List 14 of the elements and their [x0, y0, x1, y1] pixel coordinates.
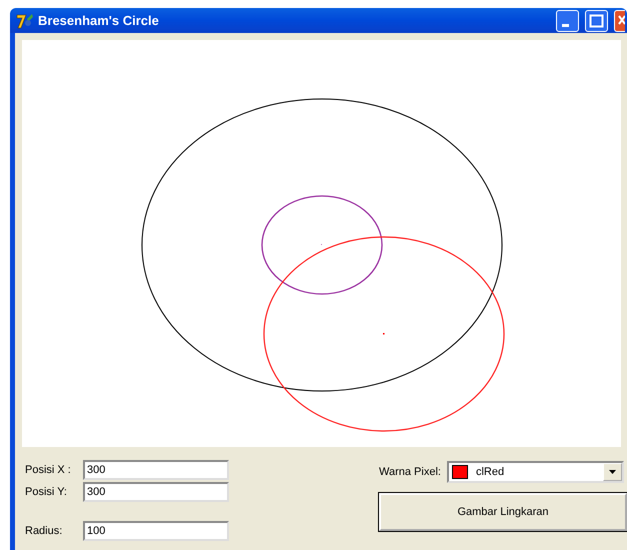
input-field[interactable]: 300 — [83, 482, 229, 502]
window-title: Bresenham's Circle — [38, 13, 160, 28]
input-field[interactable]: 300 — [83, 460, 229, 480]
app-icon — [16, 12, 34, 28]
color-dropdown[interactable]: clRed — [446, 461, 624, 483]
maximize-button[interactable] — [585, 10, 608, 32]
field-label: Posisi X : — [25, 464, 72, 476]
draw-button[interactable]: Gambar Lingkaran — [379, 493, 627, 531]
close-button[interactable] — [614, 10, 625, 32]
input-field[interactable]: 100 — [83, 521, 229, 541]
field-label: Posisi Y: — [25, 486, 68, 498]
minimize-button[interactable] — [556, 10, 579, 32]
field-label: Radius: — [25, 525, 64, 537]
field-label: Warna Pixel: — [379, 466, 441, 478]
